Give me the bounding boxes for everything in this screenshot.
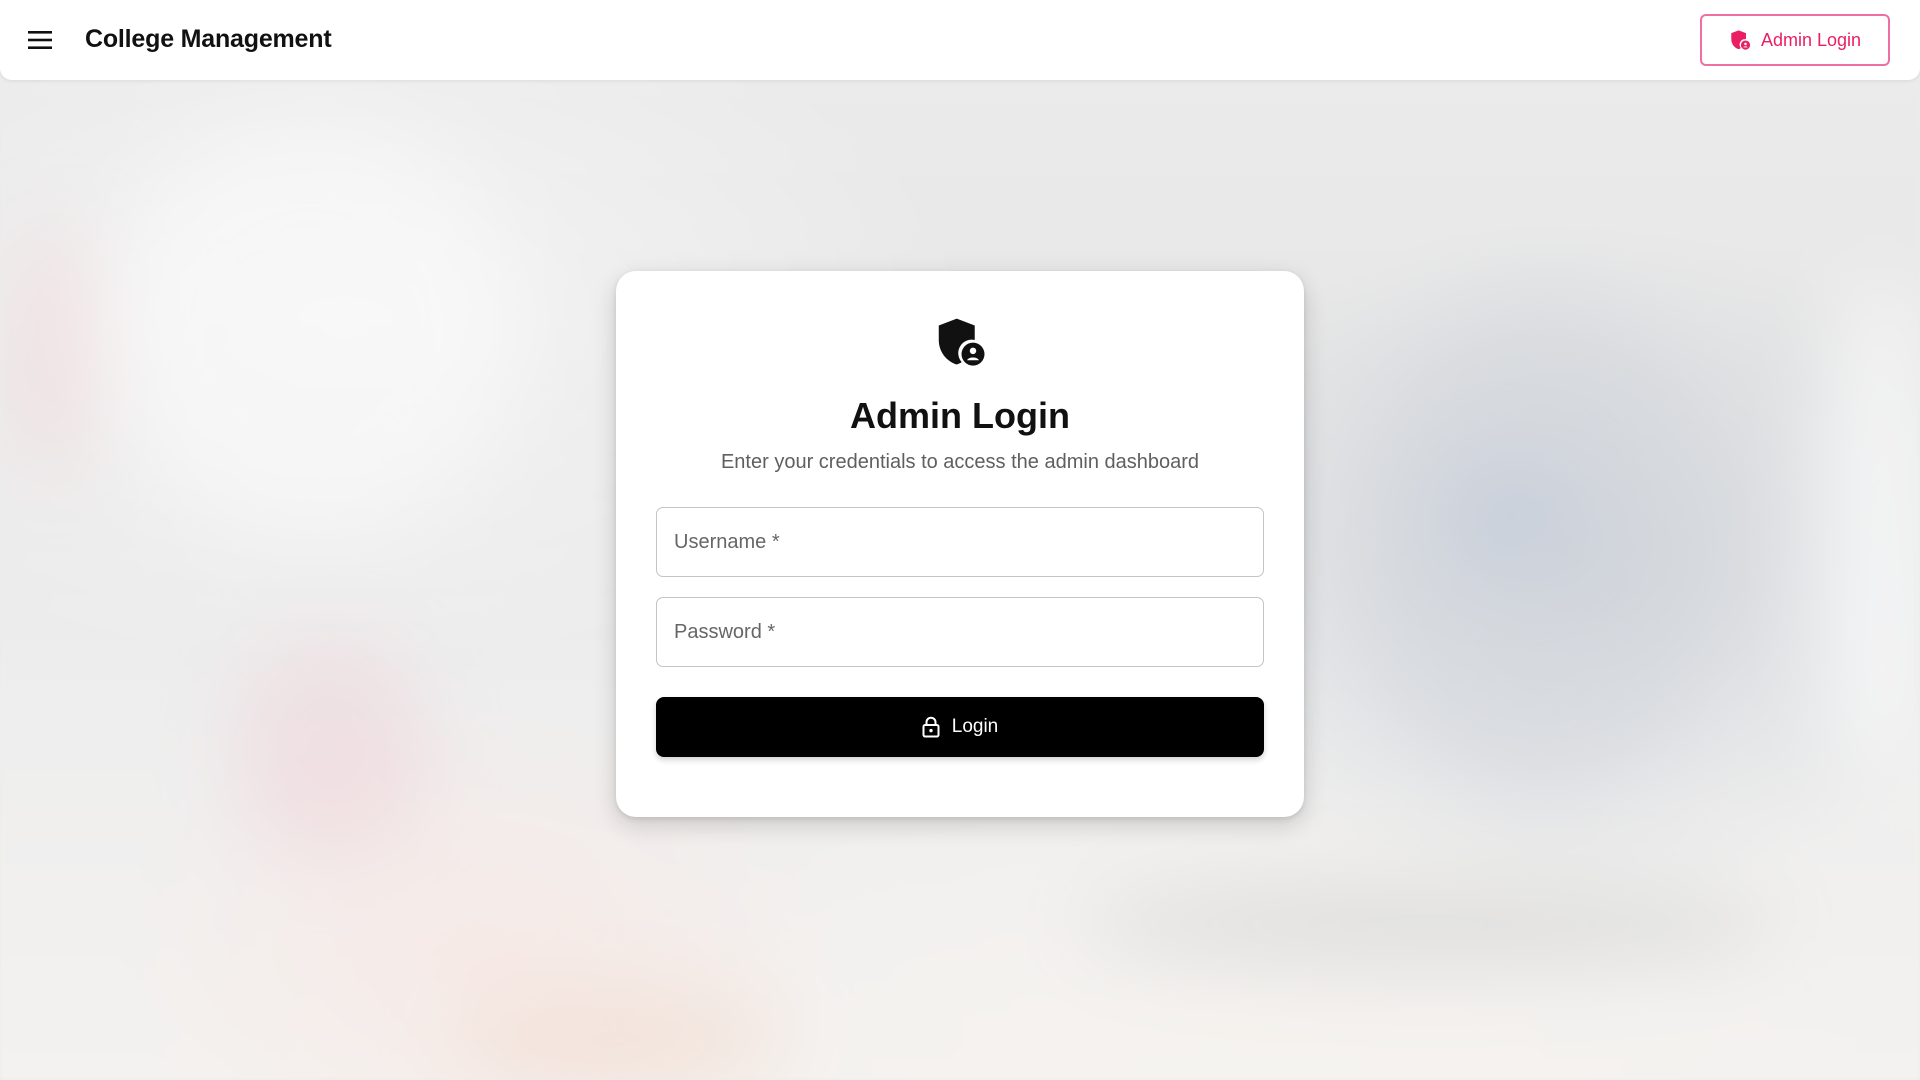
page-title: Admin Login — [850, 395, 1070, 436]
top-app-bar: College Management Admin Login — [0, 0, 1920, 80]
page-subtitle: Enter your credentials to access the adm… — [720, 451, 1200, 473]
login-button[interactable]: Login — [656, 697, 1264, 757]
username-input[interactable] — [657, 508, 1263, 576]
hamburger-menu-icon — [28, 31, 52, 49]
admin-login-nav-button[interactable]: Admin Login — [1700, 14, 1890, 66]
lock-icon — [922, 716, 940, 738]
login-button-label: Login — [951, 716, 999, 737]
admin-shield-icon — [938, 318, 985, 366]
username-field — [656, 507, 1264, 577]
admin-shield-icon — [1731, 30, 1751, 50]
menu-button[interactable] — [20, 22, 60, 58]
password-input[interactable] — [657, 598, 1263, 666]
login-card: Admin Login Enter your credentials to ac… — [616, 271, 1304, 817]
admin-login-nav-label: Admin Login — [1760, 29, 1862, 50]
app-title: College Management — [85, 25, 332, 53]
password-field — [656, 597, 1264, 667]
